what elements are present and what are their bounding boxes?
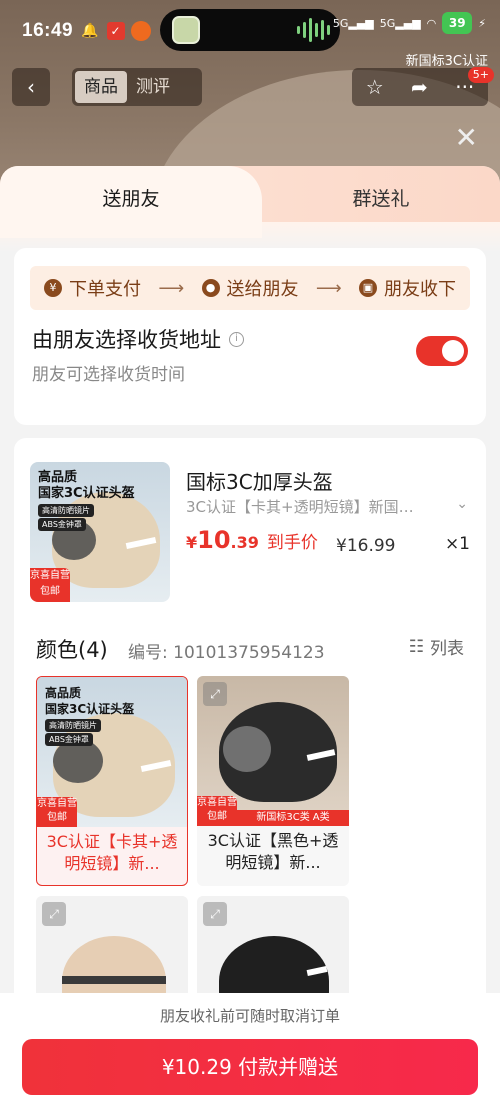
chevron-left-icon: ‹ bbox=[27, 75, 35, 99]
wifi-icon: ◠ bbox=[426, 16, 437, 30]
battery-indicator: 39 bbox=[442, 12, 473, 34]
tab-review[interactable]: 测评 bbox=[127, 71, 179, 103]
color-option-khaki[interactable]: 高品质 国家3C认证头盔 高清防晒镜片 ABS金钟罩 京喜自营 包邮 3C认证【… bbox=[36, 676, 188, 886]
close-icon[interactable]: ✕ bbox=[455, 124, 478, 152]
page-tabs: 商品 测评 bbox=[72, 68, 202, 106]
step-label: 朋友收下 bbox=[384, 279, 456, 300]
step-receive: ▣ 朋友收下 bbox=[359, 275, 456, 301]
address-option-subtitle: 朋友可选择收货时间 bbox=[32, 365, 185, 385]
media-app-icon bbox=[172, 16, 200, 44]
list-view-button[interactable]: ☷ 列表 bbox=[408, 634, 464, 660]
gift-bottom-sheet: 送朋友 群送礼 ¥ 下单支付 ⟶ ● 送给朋友 ⟶ ▣ 朋友收下 由朋友选择收货… bbox=[0, 166, 500, 1111]
status-icons: 5G▂▄▆ 5G▂▄▆ ◠ 39 ⚡ bbox=[333, 12, 486, 34]
back-button[interactable]: ‹ bbox=[12, 68, 50, 106]
product-name: 国标3C加厚头盔 bbox=[186, 470, 333, 494]
expand-icon[interactable]: ⤢ bbox=[203, 902, 227, 926]
app-notification-icon: ✓ bbox=[106, 22, 125, 40]
sku-number: 编号: 10101375954123 bbox=[128, 643, 325, 663]
original-price: ¥16.99 bbox=[336, 536, 396, 556]
signal-icon: 5G▂▄▆ bbox=[332, 16, 374, 30]
option-label: 3C认证【黑色+透明短镜】新... bbox=[207, 831, 339, 872]
option-label: 3C认证【卡其+透明短镜】新... bbox=[46, 832, 178, 873]
address-title-text: 由朋友选择收货地址 bbox=[32, 328, 221, 352]
gift-icon: ▣ bbox=[359, 279, 377, 297]
step-label: 下单支付 bbox=[69, 279, 141, 300]
option-banner: 新国标3C类 A类 bbox=[237, 810, 349, 826]
app-notification-icon-2 bbox=[130, 21, 151, 41]
arrow-icon: ⟶ bbox=[315, 277, 342, 299]
bottom-action-bar: 朋友收礼前可随时取消订单 ¥10.29 付款并赠送 bbox=[0, 993, 500, 1111]
chevron-down-icon[interactable]: ⌄ bbox=[456, 496, 468, 512]
gift-steps: ¥ 下单支付 ⟶ ● 送给朋友 ⟶ ▣ 朋友收下 bbox=[30, 266, 470, 310]
option-image: ⤢ 京喜自营 包邮 新国标3C类 A类 bbox=[197, 676, 349, 826]
product-image[interactable]: 高品质 国家3C认证头盔 高清防晒镜片 ABS金钟罩 京喜自营 包邮 bbox=[30, 462, 170, 602]
cancel-note: 朋友收礼前可随时取消订单 bbox=[159, 1007, 340, 1025]
step-send: ● 送给朋友 bbox=[201, 275, 299, 301]
notification-count-badge: 5+ bbox=[467, 67, 494, 83]
pay-and-gift-button[interactable]: ¥10.29 付款并赠送 bbox=[22, 1039, 478, 1095]
address-toggle[interactable] bbox=[416, 336, 468, 366]
dynamic-island bbox=[160, 9, 340, 51]
list-view-label: 列表 bbox=[430, 639, 464, 659]
color-heading: 颜色(4) bbox=[36, 638, 108, 662]
star-icon[interactable]: ☆ bbox=[366, 75, 384, 99]
tab-send-friend[interactable]: 送朋友 bbox=[0, 166, 262, 238]
quantity: ×1 bbox=[444, 534, 470, 554]
info-icon[interactable]: i bbox=[229, 331, 244, 347]
chat-icon: ● bbox=[201, 279, 220, 297]
gift-flow-card: ¥ 下单支付 ⟶ ● 送给朋友 ⟶ ▣ 朋友收下 由朋友选择收货地址 i 朋友可… bbox=[14, 248, 486, 425]
status-time: 16:49 bbox=[22, 20, 74, 41]
arrow-icon: ⟶ bbox=[158, 277, 185, 299]
sheet-tabs: 送朋友 群送礼 bbox=[0, 166, 500, 252]
expand-icon[interactable]: ⤢ bbox=[42, 902, 66, 926]
tab-group-gift[interactable]: 群送礼 bbox=[262, 166, 500, 238]
audio-wave-icon bbox=[297, 18, 330, 42]
option-image: 高品质 国家3C认证头盔 高清防晒镜片 ABS金钟罩 京喜自营 包邮 bbox=[37, 677, 187, 827]
step-label: 送给朋友 bbox=[226, 279, 299, 300]
color-option-black[interactable]: ⤢ 京喜自营 包邮 新国标3C类 A类 3C认证【黑色+透明短镜】新... bbox=[197, 676, 349, 886]
image-title: 高品质 国家3C认证头盔 bbox=[38, 470, 135, 501]
yen-icon: ¥ bbox=[44, 279, 62, 297]
bell-icon: 🔔 bbox=[81, 23, 99, 39]
top-navigation: ‹ 商品 测评 ☆ ➦ ··· bbox=[12, 68, 488, 108]
jd-self-operated-badge: 京喜自营 包邮 bbox=[30, 568, 70, 602]
tab-product[interactable]: 商品 bbox=[75, 71, 127, 103]
share-icon[interactable]: ➦ bbox=[411, 75, 428, 99]
image-tag: 高清防晒镜片 bbox=[38, 504, 94, 517]
step-pay: ¥ 下单支付 bbox=[44, 275, 141, 301]
address-option-title: 由朋友选择收货地址 i bbox=[32, 324, 244, 354]
list-icon: ☷ bbox=[408, 636, 424, 657]
product-spec[interactable]: 3C认证【卡其+透明短镜】新国标3C类 bbox=[186, 496, 426, 517]
expand-icon[interactable]: ⤢ bbox=[203, 682, 227, 706]
toggle-knob bbox=[442, 340, 464, 362]
charging-icon: ⚡ bbox=[478, 16, 486, 30]
signal-icon-2: 5G▂▄▆ bbox=[379, 16, 421, 30]
image-tag: ABS金钟罩 bbox=[38, 518, 86, 531]
final-price: ¥10.39 到手价 bbox=[186, 526, 318, 554]
